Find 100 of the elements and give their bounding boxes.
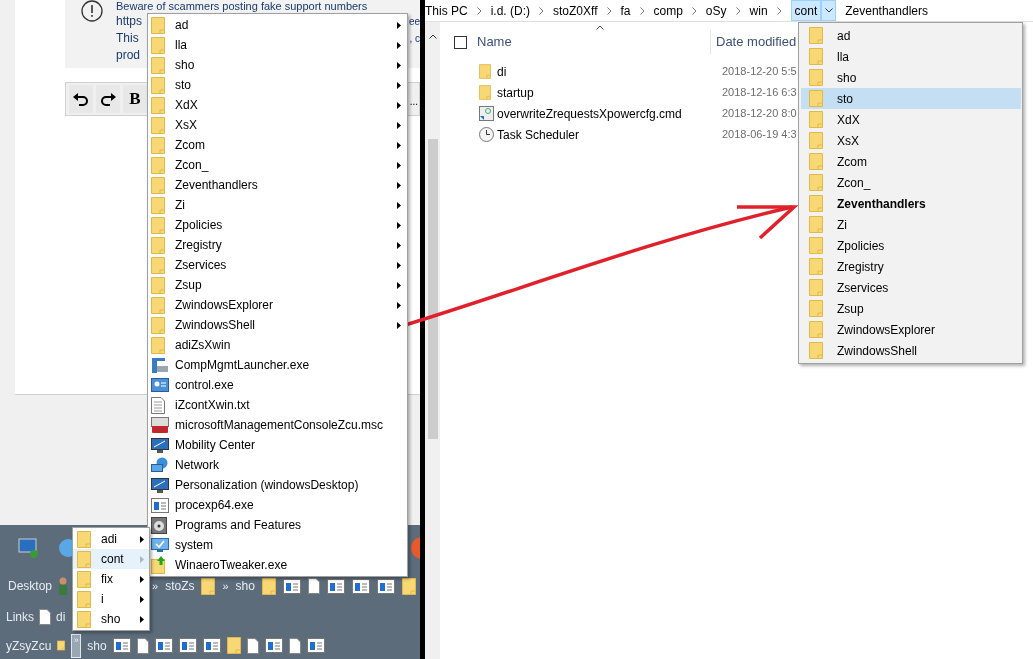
menu-item[interactable]: Zi <box>148 195 407 215</box>
breadcrumb-item[interactable]: This PC <box>425 1 468 20</box>
undo-button[interactable] <box>69 85 93 113</box>
file-name[interactable]: di <box>497 62 722 81</box>
menu-item[interactable]: ZwindowsExplorer <box>148 295 407 315</box>
chevron-button[interactable]: » <box>152 577 159 595</box>
folder-icon <box>809 216 823 233</box>
menu-item[interactable]: system <box>148 535 407 555</box>
menu-item[interactable]: sto <box>148 75 407 95</box>
folder-icon <box>151 156 165 174</box>
menu-item[interactable]: cont <box>73 549 149 569</box>
column-header[interactable]: Date modified <box>716 32 797 52</box>
dropdown-item[interactable]: ZwindowsExplorer <box>801 319 1021 340</box>
folder-icon <box>809 48 823 65</box>
dropdown-item[interactable]: Zsup <box>801 298 1021 319</box>
toolbar-link[interactable]: di <box>56 608 66 626</box>
window-icon <box>326 578 345 594</box>
menu-item[interactable]: Personalization (windowsDesktop) <box>148 475 407 495</box>
dropdown-item[interactable]: Zcon_ <box>801 172 1021 193</box>
folder-icon <box>261 577 276 595</box>
chevron-button[interactable]: » <box>222 577 229 595</box>
redo-button[interactable] <box>96 85 120 113</box>
person-icon <box>58 577 69 595</box>
menu-item[interactable]: CompMgmtLauncher.exe <box>148 355 407 375</box>
select-all-checkbox[interactable] <box>454 35 467 49</box>
dropdown-item[interactable]: sto <box>801 88 1021 109</box>
submenu-arrow-icon <box>140 575 144 583</box>
file-name[interactable]: startup <box>497 83 722 102</box>
breadcrumb-item[interactable]: cont <box>790 0 822 21</box>
menu-item[interactable]: adi <box>73 529 149 549</box>
bold-button[interactable]: B <box>123 85 147 113</box>
folder-icon <box>809 279 823 296</box>
dropdown-item[interactable]: sho <box>801 67 1021 88</box>
chevron-right-icon <box>539 6 545 15</box>
document-icon <box>136 637 149 654</box>
window-icon <box>351 578 370 594</box>
menu-item[interactable]: Mobility Center <box>148 435 407 455</box>
dropdown-item[interactable]: Zeventhandlers <box>801 193 1021 214</box>
dropdown-item[interactable]: ZwindowsShell <box>801 340 1021 361</box>
folder-icon <box>809 174 823 191</box>
overflow-button[interactable]: ... <box>409 94 418 109</box>
network-computer-icon <box>18 536 40 559</box>
menu-item[interactable]: XsX <box>148 115 407 135</box>
breadcrumb-item[interactable]: fa <box>620 1 631 20</box>
column-header[interactable]: Name <box>477 32 710 52</box>
dropdown-item[interactable]: Zpolicies <box>801 235 1021 256</box>
menu-item[interactable]: Network <box>148 455 407 475</box>
menu-item[interactable]: ZwindowsShell <box>148 315 407 335</box>
menu-item[interactable]: sho <box>73 609 149 629</box>
dropdown-item[interactable]: Zregistry <box>801 256 1021 277</box>
menu-item[interactable]: Zcom <box>148 135 407 155</box>
toolbar-link[interactable]: sho <box>87 636 107 655</box>
breadcrumb-item[interactable]: oSy <box>705 1 727 20</box>
menu-item[interactable]: fix <box>73 569 149 589</box>
menu-item[interactable]: WinaeroTweaker.exe <box>148 555 407 575</box>
menu-item[interactable]: adiZsXwin <box>148 335 407 355</box>
notice-text: Beware of scammers posting fake support numbers <box>116 0 368 13</box>
folder-icon <box>809 321 823 338</box>
dropdown-item[interactable]: lla <box>801 46 1021 67</box>
file-name[interactable]: overwriteZrequestsXpowercfg.cmd <box>497 104 722 123</box>
dropdown-button[interactable] <box>821 0 837 21</box>
menu-item[interactable]: control.exe <box>148 375 407 395</box>
breadcrumb-item[interactable]: stoZ0Xff <box>553 1 598 20</box>
dropdown-item[interactable]: Zcom <box>801 151 1021 172</box>
menu-item[interactable]: lla <box>148 35 407 55</box>
menu-item[interactable]: iZcontXwin.txt <box>148 395 407 415</box>
menu-item[interactable]: ad <box>148 15 407 35</box>
menu-item[interactable]: sho <box>148 55 407 75</box>
breadcrumb-item[interactable]: Zeventhandlers <box>845 1 928 20</box>
notice-text: prod <box>116 47 141 64</box>
menu-item[interactable]: Zsup <box>148 275 407 295</box>
dropdown-item[interactable]: Zservices <box>801 277 1021 298</box>
menu-item[interactable]: Zregistry <box>148 235 407 255</box>
toolbar-link[interactable]: sho <box>235 577 255 595</box>
dropdown-item[interactable]: XdX <box>801 109 1021 130</box>
menu-item[interactable]: Zeventhandlers <box>148 175 407 195</box>
breadcrumb-item[interactable]: comp <box>653 1 683 20</box>
toolbar-link[interactable]: stoZs <box>165 577 195 595</box>
folder-icon <box>151 196 165 214</box>
document-icon <box>39 609 51 625</box>
menu-item[interactable]: XdX <box>148 95 407 115</box>
redo-icon <box>100 92 116 106</box>
dropdown-item[interactable]: XsX <box>801 130 1021 151</box>
menu-item[interactable]: microsoftManagementConsoleZcu.msc <box>148 415 407 435</box>
menu-item[interactable]: i <box>73 589 149 609</box>
folder-icon <box>809 300 823 317</box>
chevron-right-icon <box>639 6 645 15</box>
menu-item[interactable]: procexp64.exe <box>148 495 407 515</box>
scrollbar-thumb[interactable] <box>427 139 438 439</box>
folder-icon <box>57 637 66 654</box>
menu-item[interactable]: Zpolicies <box>148 215 407 235</box>
menu-item[interactable]: Programs and Features <box>148 515 407 535</box>
dropdown-item[interactable]: ad <box>801 25 1021 46</box>
folder-icon <box>151 76 165 94</box>
file-name[interactable]: Task Scheduler <box>497 125 722 144</box>
breadcrumb-item[interactable]: i.d. (D:) <box>490 1 531 20</box>
dropdown-item[interactable]: Zi <box>801 214 1021 235</box>
breadcrumb-item[interactable]: win <box>749 1 768 20</box>
menu-item[interactable]: Zservices <box>148 255 407 275</box>
menu-item[interactable]: Zcon_ <box>148 155 407 175</box>
